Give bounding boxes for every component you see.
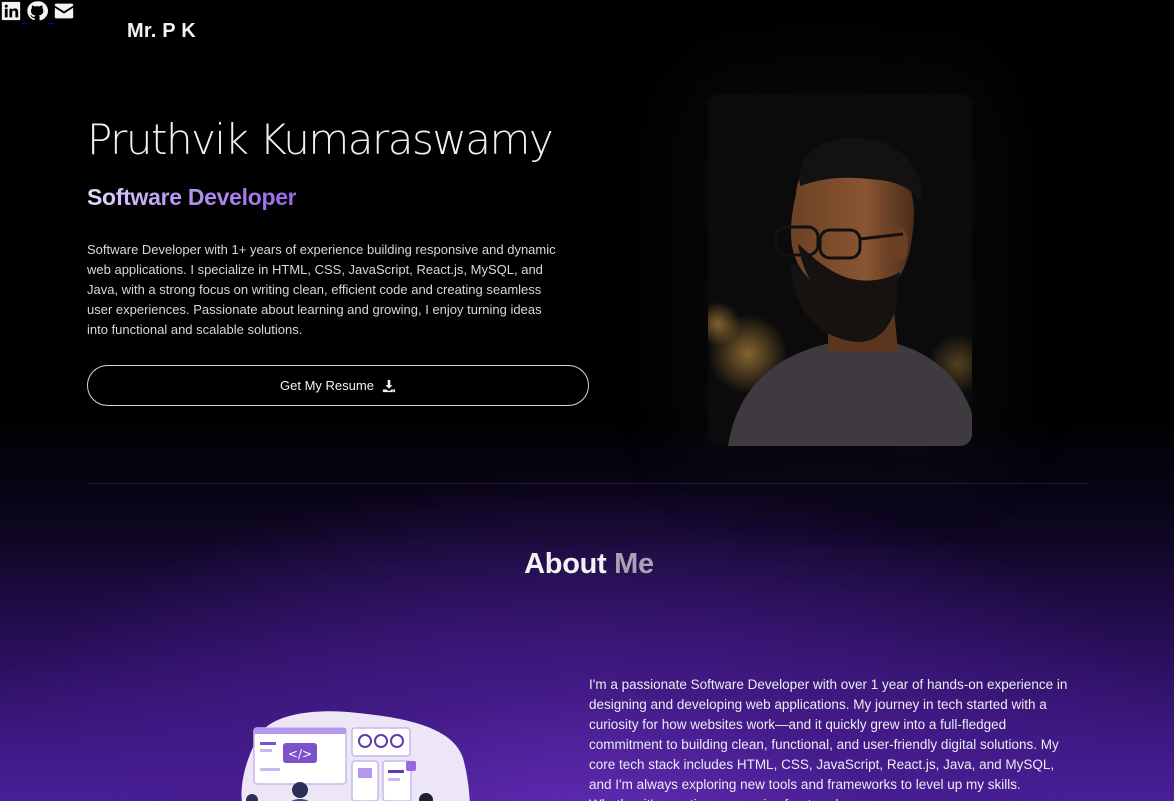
linkedin-icon: [1, 1, 21, 21]
section-divider: [87, 483, 1087, 484]
email-link[interactable]: [53, 3, 75, 26]
about-title-word-2: Me: [614, 548, 654, 580]
developer-illustration: </>: [241, 711, 470, 801]
github-icon: [27, 1, 49, 21]
hero-description: Software Developer with 1+ years of expe…: [87, 242, 556, 337]
hero-role: Software Developer: [87, 184, 297, 210]
resume-button-label: Get My Resume: [280, 378, 374, 393]
site-logo[interactable]: Mr. P K: [127, 20, 196, 43]
code-glyph: </>: [288, 747, 312, 761]
get-resume-button[interactable]: Get My Resume: [87, 365, 589, 406]
about-title-word-1: About: [524, 548, 607, 580]
portrait-illustration: [708, 94, 972, 446]
about-text: I'm a passionate Software Developer with…: [589, 677, 1068, 801]
github-link[interactable]: [26, 1, 52, 26]
profile-photo: [708, 94, 972, 446]
envelope-icon: [54, 3, 74, 19]
linkedin-link[interactable]: [0, 1, 26, 26]
hero-name: Pruthvik Kumaraswamy: [87, 115, 554, 164]
about-title: About Me: [0, 548, 1174, 581]
site-header: Mr. P K: [0, 0, 1174, 64]
download-icon: [382, 379, 396, 392]
